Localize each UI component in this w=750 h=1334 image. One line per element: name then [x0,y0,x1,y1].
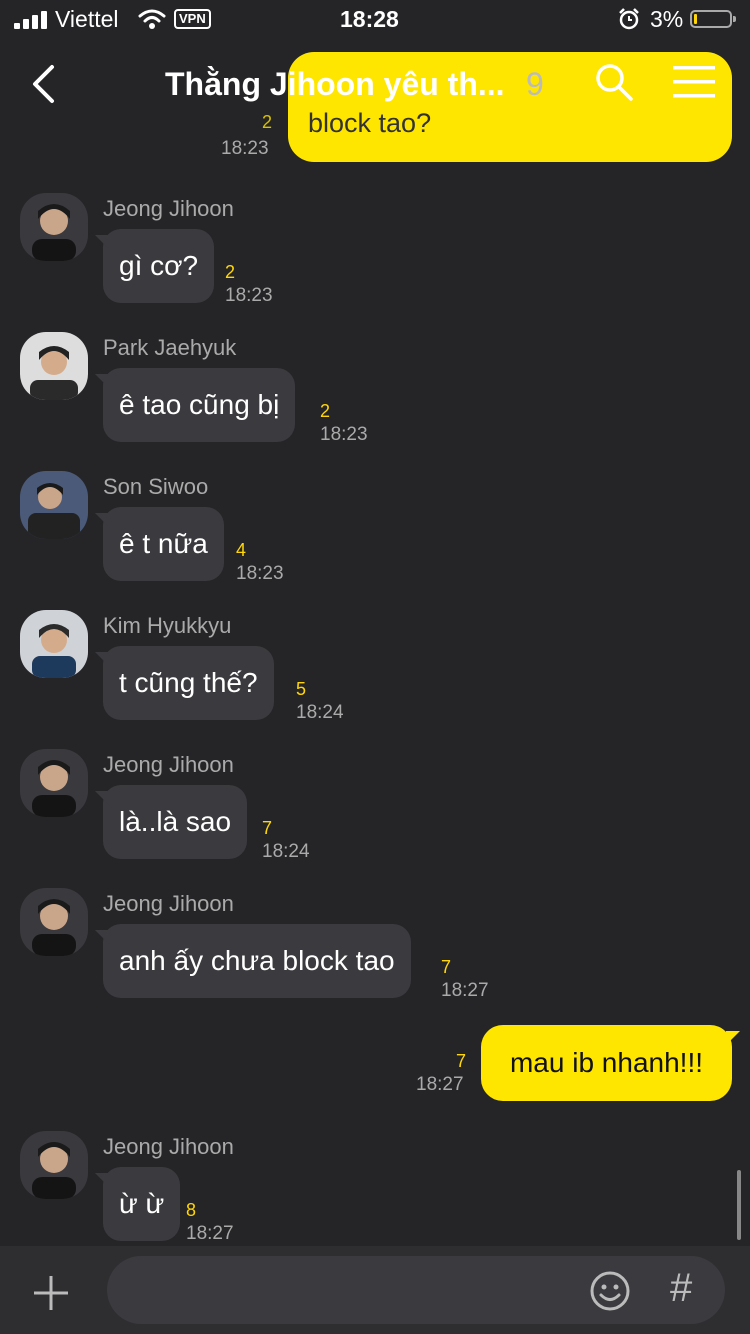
avatar[interactable] [20,1131,88,1199]
sender-name: Jeong Jihoon [103,891,234,916]
message-time: 18:24 [296,702,344,723]
clock: 18:28 [340,6,399,32]
message-bubble[interactable]: là..là sao [94,785,248,859]
status-bar: Viettel VPN 18:28 3% [0,0,750,40]
battery-icon [690,10,736,28]
unread-count: 2 [225,262,236,282]
carrier-name: Viettel [55,6,119,32]
message-time: 18:27 [441,980,489,1001]
avatar[interactable] [20,332,88,400]
own-message-bubble[interactable]: mau ib nhanh!!! [481,1025,740,1101]
sender-name: Jeong Jihoon [103,196,234,221]
message-time: 18:24 [262,841,310,862]
input-bar: # [0,1246,750,1334]
message-bubble[interactable]: t cũng thế? [95,646,274,720]
unread-count: 4 [236,540,247,560]
message-time: 18:23 [225,285,273,306]
message-bubble[interactable]: ừ ừ [94,1167,181,1241]
wifi-icon [138,9,166,29]
search-icon[interactable] [594,62,634,102]
battery-level [694,14,697,24]
avatar[interactable] [20,193,88,261]
message-bubble[interactable]: anh ấy chưa block tao [95,924,411,998]
unread-count: 7 [441,957,452,977]
unread-count: 2 [320,401,331,421]
member-count: 9 [526,66,544,102]
message-time: 18:23 [320,424,368,445]
chat-header: Thằng Jihoon yêu th... 9 [0,40,750,130]
chat-title[interactable]: Thằng Jihoon yêu th... [165,66,505,103]
emoji-icon[interactable] [589,1270,631,1312]
menu-icon[interactable] [673,66,715,98]
message-bubble[interactable]: gì cơ? [94,229,215,303]
message-bubble[interactable]: ê tao cũng bị [94,368,296,442]
scrollbar[interactable] [737,1170,741,1240]
message-bubble[interactable]: ê t nữa [95,507,224,581]
avatar[interactable] [20,888,88,956]
signal-icon [14,11,47,29]
plus-icon[interactable] [32,1274,70,1312]
back-arrow-icon[interactable] [30,64,56,104]
unread-count: 7 [262,818,273,838]
vpn-badge: VPN [174,9,211,29]
avatar[interactable] [20,471,88,539]
battery-percent: 3% [650,6,684,32]
unread-count: 5 [296,679,307,699]
message-input[interactable] [107,1256,725,1324]
avatar[interactable] [20,610,88,678]
hashtag-icon[interactable]: # [670,1266,692,1311]
message-time: 18:27 [416,1074,464,1095]
unread-count: 8 [186,1200,197,1220]
sender-name: Park Jaehyuk [103,335,237,360]
sender-name: Kim Hyukkyu [103,613,232,638]
sender-name: Jeong Jihoon [103,1134,234,1159]
unread-count: 7 [456,1051,467,1071]
avatar[interactable] [20,749,88,817]
sender-name: Son Siwoo [103,474,209,499]
message-time: 18:27 [186,1223,234,1244]
message-time: 18:23 [236,563,284,584]
message-time: 18:23 [221,138,269,159]
sender-name: Jeong Jihoon [103,752,234,777]
alarm-icon [619,8,639,30]
